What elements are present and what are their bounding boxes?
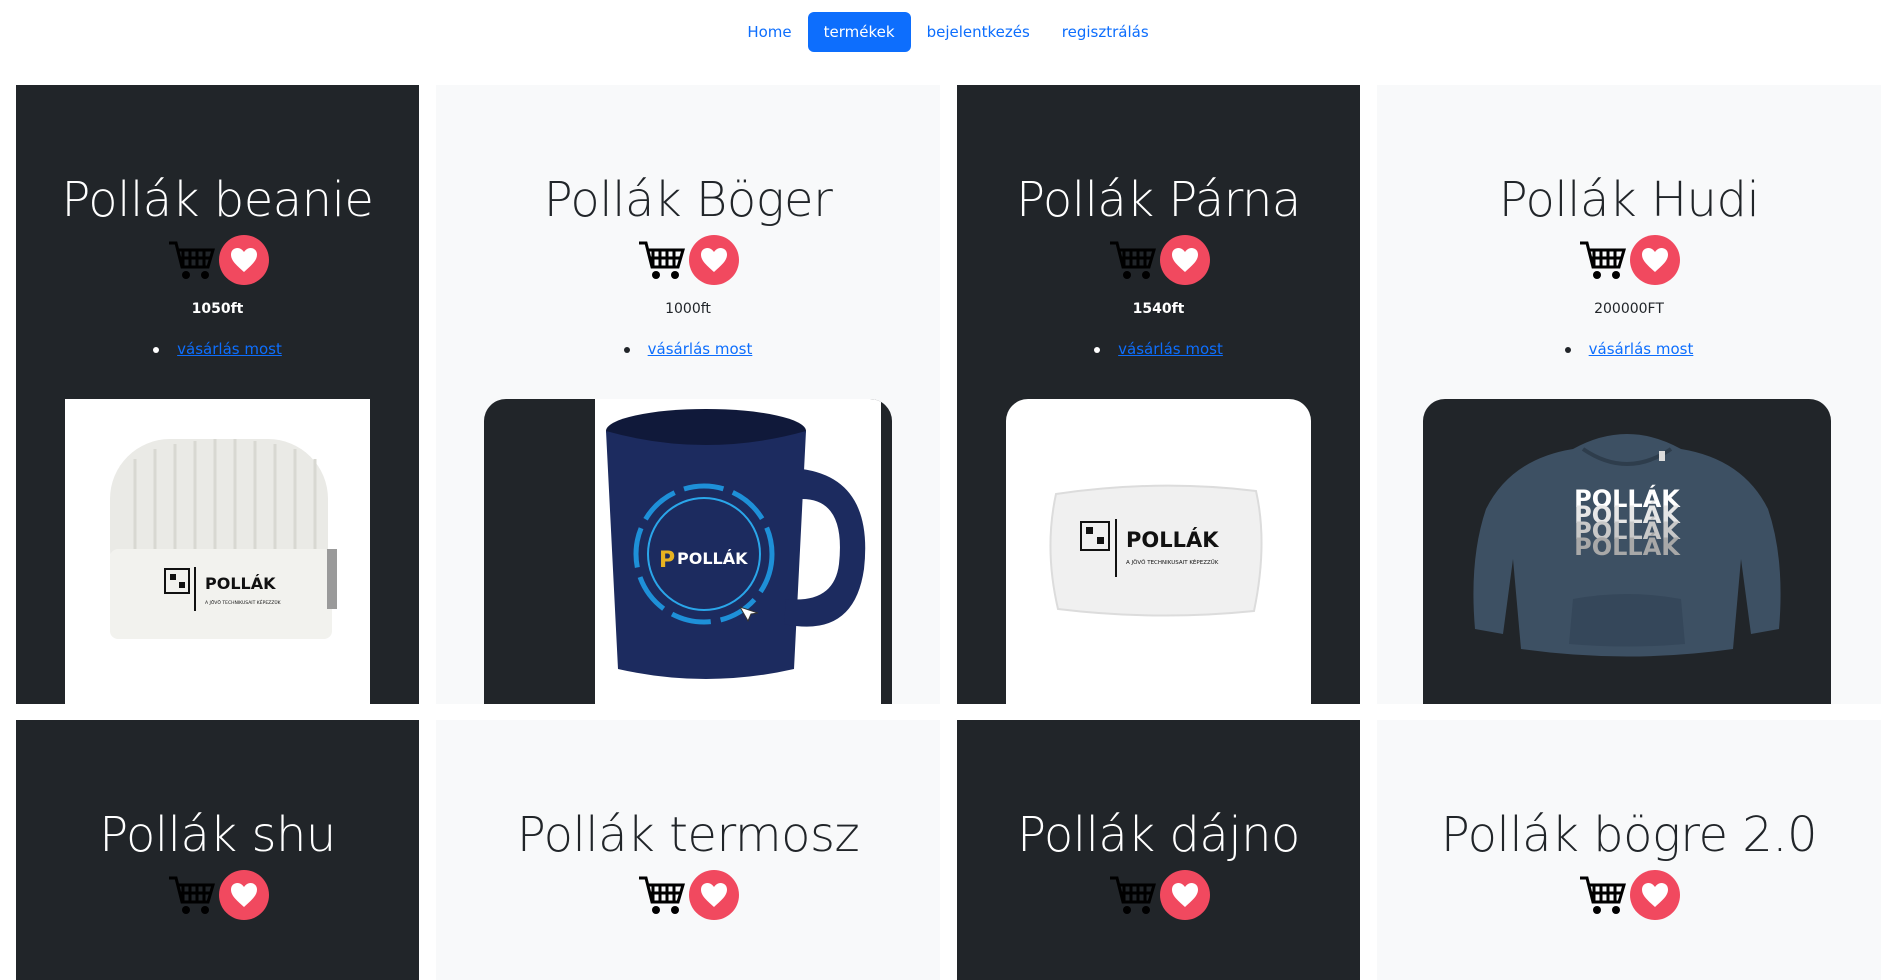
product-price: 200000FT [1594,301,1664,317]
main-nav: Home termékek bejelentkezés regisztrálás [0,12,1896,52]
product-card-hoodie: Pollák Hudi 200000FT vásárlás most POLLÁ… [1377,85,1881,704]
product-image: P POLLÁK [484,399,892,704]
buy-now-link[interactable]: vásárlás most [648,340,753,358]
product-title: Pollák beanie [61,172,374,228]
cart-icon[interactable] [1108,870,1158,920]
product-title: Pollák dájno [1017,807,1300,863]
image-brand-text: POLLÁK [205,574,276,593]
heart-icon[interactable] [218,870,269,920]
buy-now-link[interactable]: vásárlás most [177,340,282,358]
heart-icon[interactable] [1159,235,1210,285]
product-title: Pollák Böger [543,172,833,228]
product-card-pillow: Pollák Párna 1540ft vásárlás most POLLÁK… [957,85,1360,704]
cart-icon[interactable] [637,870,687,920]
product-price: 1050ft [191,301,244,317]
nav-products[interactable]: termékek [807,12,911,52]
product-image: POLLÁK A JÖVŐ TECHNIKUSAIT KÉPEZZÜK [1006,399,1311,704]
buy-now-link[interactable]: vásárlás most [1589,340,1694,358]
product-card-beanie: Pollák beanie 1050ft vásárlás most POLLÁ… [16,85,419,704]
image-brand-text: POLLÁK [1126,527,1219,552]
heart-icon[interactable] [1159,870,1210,920]
cart-icon[interactable] [167,235,217,285]
product-title: Pollák shu [99,807,336,863]
heart-icon[interactable] [1630,235,1680,285]
image-tagline-text: A JÖVŐ TECHNIKUSAIT KÉPEZZÜK [1126,558,1219,566]
product-title: Pollák termosz [516,807,860,863]
product-title: Pollák Párna [1016,172,1301,228]
svg-text:POLLÁK: POLLÁK [1574,532,1681,561]
product-card-mug-2: Pollák bögre 2.0 [1377,720,1881,980]
product-card-shoe: Pollák shu [16,720,419,980]
nav-login[interactable]: bejelentkezés [911,12,1046,52]
cart-icon[interactable] [1578,235,1628,285]
image-brand-text: POLLÁK [677,549,748,568]
product-price: 1540ft [1132,301,1185,317]
product-title: Pollák Hudi [1498,172,1760,228]
buy-now-link[interactable]: vásárlás most [1118,340,1223,358]
heart-icon[interactable] [218,235,269,285]
cart-icon[interactable] [637,235,687,285]
heart-icon[interactable] [1630,870,1680,920]
product-card-mug: Pollák Böger 1000ft vásárlás most P POLL… [436,85,940,704]
cart-icon[interactable] [167,870,217,920]
nav-home[interactable]: Home [731,12,807,52]
svg-text:P: P [659,548,675,573]
product-card-dino: Pollák dájno [957,720,1360,980]
heart-icon[interactable] [689,870,739,920]
product-image: POLLÁK POLLÁK POLLÁK POLLÁK [1423,399,1831,704]
heart-icon[interactable] [689,235,739,285]
product-price: 1000ft [665,301,711,317]
product-card-thermos: Pollák termosz [436,720,940,980]
product-title: Pollák bögre 2.0 [1440,807,1818,863]
nav-register[interactable]: regisztrálás [1046,12,1165,52]
product-image: POLLÁK A JÖVŐ TECHNIKUSAIT KÉPEZZÜK [65,399,370,704]
cart-icon[interactable] [1578,870,1628,920]
cart-icon[interactable] [1108,235,1158,285]
